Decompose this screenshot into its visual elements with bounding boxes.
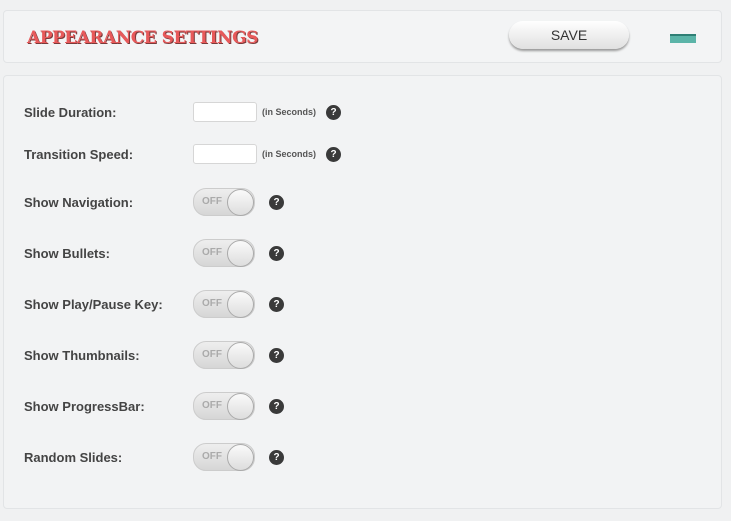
toggle-knob — [227, 444, 254, 471]
help-icon[interactable]: ? — [326, 104, 342, 120]
toggle-state: OFF — [202, 451, 222, 462]
minimize-icon[interactable] — [670, 34, 696, 43]
help-icon[interactable]: ? — [269, 245, 284, 261]
field-row: Transition Speed: (in Seconds)? — [24, 142, 342, 166]
toggle-switch[interactable]: OFF — [193, 443, 255, 471]
help-icon[interactable]: ? — [269, 296, 284, 312]
unit-label: (in Seconds) — [262, 107, 317, 117]
save-button[interactable]: SAVE — [509, 21, 629, 49]
toggle-label: Show Play/Pause Key: — [24, 296, 163, 312]
toggle-row: Show Thumbnails: OFF? — [24, 341, 284, 369]
field-row: Slide Duration: (in Seconds)? — [24, 100, 342, 124]
toggle-knob — [227, 240, 254, 267]
toggle-row: Show ProgressBar: OFF? — [24, 392, 284, 420]
page-title: APPEARANCE SETTINGS — [27, 28, 258, 48]
help-icon[interactable]: ? — [326, 146, 342, 162]
help-icon[interactable]: ? — [269, 398, 284, 414]
toggle-state: OFF — [202, 400, 222, 411]
unit-label: (in Seconds) — [262, 149, 317, 159]
toggle-state: OFF — [202, 349, 222, 360]
field-label: Slide Duration: — [24, 104, 117, 120]
toggle-knob — [227, 342, 254, 369]
toggle-label: Show Bullets: — [24, 245, 110, 261]
toggle-row: Show Play/Pause Key: OFF? — [24, 290, 284, 318]
toggle-state: OFF — [202, 298, 222, 309]
toggle-row: Show Navigation: OFF? — [24, 188, 284, 216]
help-icon[interactable]: ? — [269, 449, 284, 465]
toggle-state: OFF — [202, 247, 222, 258]
help-icon[interactable]: ? — [269, 194, 284, 210]
toggle-label: Show Thumbnails: — [24, 347, 140, 363]
toggle-row: Random Slides: OFF? — [24, 443, 284, 471]
toggle-label: Show ProgressBar: — [24, 398, 145, 414]
seconds-input[interactable] — [193, 144, 257, 164]
toggle-knob — [227, 291, 254, 318]
toggle-switch[interactable]: OFF — [193, 392, 255, 420]
toggle-switch[interactable]: OFF — [193, 341, 255, 369]
toggle-row: Show Bullets: OFF? — [24, 239, 284, 267]
toggle-knob — [227, 393, 254, 420]
toggle-label: Random Slides: — [24, 449, 123, 465]
header-bar: APPEARANCE SETTINGS SAVE — [3, 10, 722, 63]
toggle-switch[interactable]: OFF — [193, 188, 255, 216]
toggle-knob — [227, 189, 254, 216]
toggle-switch[interactable]: OFF — [193, 239, 255, 267]
toggle-label: Show Navigation: — [24, 194, 134, 210]
toggle-state: OFF — [202, 196, 222, 207]
field-label: Transition Speed: — [24, 146, 134, 162]
toggle-switch[interactable]: OFF — [193, 290, 255, 318]
seconds-input[interactable] — [193, 102, 257, 122]
help-icon[interactable]: ? — [269, 347, 284, 363]
